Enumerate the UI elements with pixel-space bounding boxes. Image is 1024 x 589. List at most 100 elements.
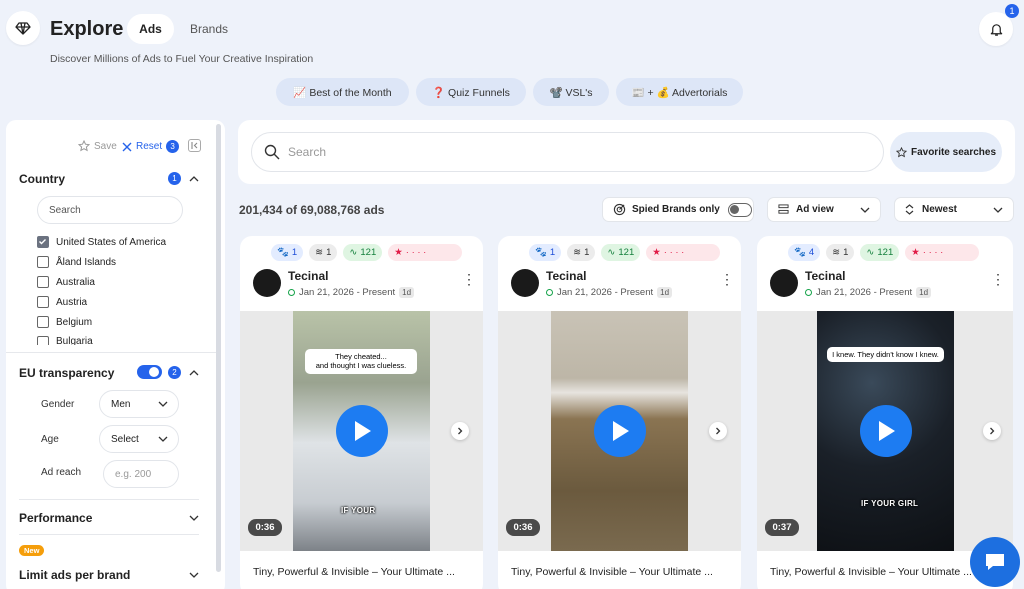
search-panel: Search Favorite searches	[238, 120, 1015, 184]
bell-icon	[990, 23, 1002, 36]
play-button[interactable]	[594, 405, 646, 457]
age-select[interactable]: Select	[99, 425, 179, 453]
country-search-input[interactable]: Search	[37, 196, 183, 224]
play-button[interactable]	[336, 405, 388, 457]
active-status-icon	[288, 289, 295, 296]
sort-select[interactable]: Newest	[894, 197, 1014, 222]
play-button[interactable]	[860, 405, 912, 457]
country-option[interactable]: Belgium	[37, 316, 92, 328]
checkbox[interactable]	[37, 236, 49, 248]
rating-chip: ★ · · · ·	[646, 244, 721, 261]
eu-section-title: EU transparency	[19, 366, 115, 380]
checkbox[interactable]	[37, 296, 49, 308]
ad-description: Tiny, Powerful & Invisible – Your Ultima…	[253, 566, 455, 578]
tab-brands[interactable]: Brands	[180, 14, 238, 44]
country-option[interactable]: Bulgaria	[37, 336, 93, 345]
chevron-right-icon	[458, 427, 463, 435]
paw-icon: 🐾	[794, 247, 806, 258]
video-duration: 0:36	[248, 519, 282, 536]
country-option[interactable]: United States of America	[37, 236, 166, 248]
checkbox[interactable]	[37, 256, 49, 268]
checkbox[interactable]	[37, 276, 49, 288]
chat-button[interactable]	[970, 537, 1020, 587]
next-media-button[interactable]	[451, 422, 469, 440]
more-options-icon[interactable]: ⋮	[462, 272, 476, 286]
brand-avatar[interactable]	[253, 269, 281, 297]
country-option[interactable]: Åland Islands	[37, 256, 116, 268]
country-option[interactable]: Australia	[37, 276, 95, 288]
rating-chip: ★ · · · ·	[905, 244, 980, 261]
eu-toggle[interactable]	[137, 365, 162, 379]
country-label: Australia	[56, 276, 95, 288]
ad-media[interactable]: They cheated... and thought I was cluele…	[240, 311, 483, 551]
chevron-up-icon[interactable]	[189, 368, 199, 378]
sidebar-scrollbar[interactable]	[216, 124, 221, 572]
filter-quiz-funnels[interactable]: ❓ Quiz Funnels	[416, 78, 526, 106]
diamond-icon	[15, 22, 31, 35]
star-outline-icon	[895, 146, 907, 157]
ad-media[interactable]: 0:36	[498, 311, 741, 551]
page-subtitle: Discover Millions of Ads to Fuel Your Cr…	[50, 53, 314, 65]
collapse-sidebar-button[interactable]	[188, 139, 201, 152]
country-option[interactable]: Austria	[37, 296, 87, 308]
ad-count-chip: 🐾 4	[788, 244, 821, 261]
view-mode-select[interactable]: Ad view	[767, 197, 881, 222]
chevron-down-icon	[860, 207, 870, 213]
brand-name[interactable]: Tecinal	[288, 269, 328, 283]
next-media-button[interactable]	[709, 422, 727, 440]
country-label: Austria	[56, 296, 88, 308]
checkbox[interactable]	[37, 336, 49, 345]
active-status-icon	[805, 289, 812, 296]
paw-icon: 🐾	[535, 247, 547, 258]
play-icon	[879, 421, 895, 441]
ad-date: Jan 21, 2026 - Present 1d	[546, 287, 673, 298]
more-options-icon[interactable]: ⋮	[991, 272, 1005, 286]
ad-card[interactable]: 🐾 1 ≋ 1 ∿ 121 ★ · · · · Tecinal Jan 21, 202…	[240, 236, 483, 589]
ad-card[interactable]: 🐾 4 ≋ 1 ∿ 121 ★ · · · · Tecinal Jan 21, 202…	[757, 236, 1013, 589]
ad-date: Jan 21, 2026 - Present 1d	[288, 287, 415, 298]
pulse-icon: ∿	[607, 247, 616, 258]
layers-icon: ≋	[573, 247, 582, 258]
caption-bubble: I knew. They didn't know I knew.	[827, 347, 944, 363]
brand-avatar[interactable]	[770, 269, 798, 297]
filter-advertorials[interactable]: 📰 + 💰 Advertorials	[616, 78, 743, 106]
chevron-down-icon[interactable]	[189, 570, 199, 580]
activity-chip: ∿ 121	[343, 244, 383, 261]
age-value: Select	[111, 433, 139, 445]
age-badge: 1d	[916, 287, 932, 298]
search-input[interactable]: Search	[251, 132, 884, 172]
filter-best-of-month[interactable]: 📈 Best of the Month	[276, 78, 409, 106]
spied-brands-toggle-control[interactable]: Spied Brands only	[602, 197, 754, 222]
next-media-button[interactable]	[983, 422, 1001, 440]
filter-vsls[interactable]: 📽️ VSL's	[533, 78, 609, 106]
variations-chip: ≋ 1	[567, 244, 596, 261]
ad-card[interactable]: 🐾 1 ≋ 1 ∿ 121 ★ · · · · Tecinal Jan 21, 202…	[498, 236, 741, 589]
brand-name[interactable]: Tecinal	[805, 269, 845, 283]
checkbox[interactable]	[37, 316, 49, 328]
gender-select[interactable]: Men	[99, 390, 179, 418]
tab-ads[interactable]: Ads	[127, 14, 174, 44]
spied-brands-toggle[interactable]	[727, 202, 752, 217]
more-options-icon[interactable]: ⋮	[720, 272, 734, 286]
ad-reach-input[interactable]: e.g. 200	[103, 460, 179, 488]
performance-section-title[interactable]: Performance	[19, 511, 92, 525]
app-logo[interactable]	[6, 11, 40, 45]
collapse-icon	[191, 142, 198, 149]
brand-avatar[interactable]	[511, 269, 539, 297]
reset-label: Reset	[136, 141, 163, 152]
chevron-down-icon[interactable]	[189, 513, 199, 523]
save-button[interactable]: Save	[78, 140, 117, 152]
limit-ads-section-title[interactable]: Limit ads per brand	[19, 568, 130, 582]
ad-count-chip: 🐾 1	[271, 244, 304, 261]
gender-value: Men	[111, 398, 131, 410]
filters-sidebar: Save Reset 3 Country 1 Search United Sta…	[6, 120, 225, 589]
ad-media[interactable]: I knew. They didn't know I knew. IF YOUR…	[757, 311, 1013, 551]
chevron-down-icon	[158, 401, 168, 407]
brand-name[interactable]: Tecinal	[546, 269, 586, 283]
layers-icon: ≋	[832, 247, 841, 258]
chevron-up-icon[interactable]	[189, 174, 199, 184]
reset-button[interactable]: Reset 3	[122, 140, 180, 153]
favorite-searches-button[interactable]: Favorite searches	[890, 132, 1002, 172]
ad-count-chip: 🐾 1	[529, 244, 562, 261]
new-badge: New	[19, 545, 45, 556]
